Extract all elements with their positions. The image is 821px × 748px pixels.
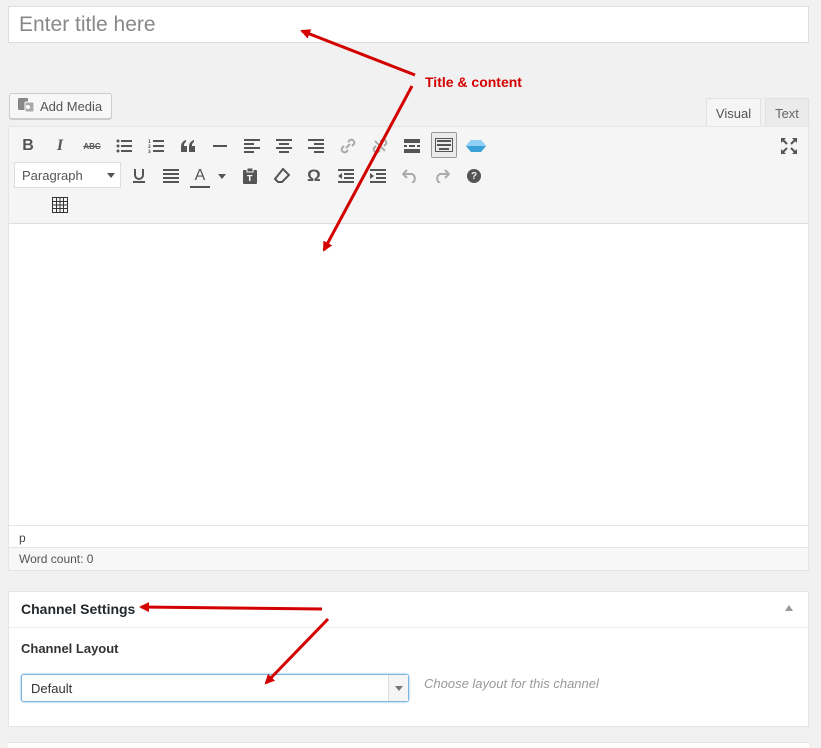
element-path[interactable]: p (9, 525, 808, 547)
format-select[interactable]: Paragraph (14, 162, 121, 188)
add-media-label: Add Media (40, 98, 103, 114)
channel-layout-select[interactable]: Default (21, 674, 409, 702)
remove-link-icon[interactable] (367, 133, 393, 159)
chevron-down-icon (388, 675, 408, 701)
clear-formatting-icon[interactable] (269, 163, 295, 189)
read-more-icon[interactable] (399, 133, 425, 159)
undo-icon[interactable] (397, 163, 423, 189)
chevron-down-icon (107, 173, 115, 178)
channel-settings-title: Channel Settings (21, 601, 136, 617)
channel-layout-hint: Choose layout for this channel (424, 676, 599, 691)
insert-table-icon[interactable] (47, 192, 73, 218)
toolbar-toggle-icon[interactable] (431, 132, 457, 158)
horizontal-rule-icon[interactable] (207, 133, 233, 159)
svg-text:T: T (247, 174, 253, 183)
justify-icon[interactable] (158, 163, 184, 189)
align-center-icon[interactable] (271, 133, 297, 159)
strikethrough-button[interactable]: ABC (79, 133, 105, 159)
align-right-icon[interactable] (303, 133, 329, 159)
post-title-input[interactable]: Enter title here (8, 6, 809, 43)
media-icon (17, 97, 35, 116)
chevron-down-icon (218, 173, 226, 179)
blockquote-icon[interactable] (175, 133, 201, 159)
help-icon[interactable]: ? (461, 163, 487, 189)
underline-icon[interactable] (126, 163, 152, 189)
bold-button[interactable]: B (15, 133, 41, 159)
tab-visual[interactable]: Visual (706, 98, 761, 127)
text-color-icon: A (190, 167, 210, 188)
collapse-arrow-icon[interactable] (785, 605, 793, 611)
fullscreen-icon[interactable] (776, 133, 802, 159)
text-color-letter: A (194, 167, 206, 184)
add-media-button[interactable]: Add Media (9, 93, 112, 119)
word-count: Word count: 0 (9, 547, 808, 570)
numbered-list-icon[interactable]: 123 (143, 133, 169, 159)
tab-text[interactable]: Text (765, 98, 809, 127)
indent-icon[interactable] (365, 163, 391, 189)
outdent-icon[interactable] (333, 163, 359, 189)
redo-icon[interactable] (429, 163, 455, 189)
paste-as-text-icon[interactable]: T (237, 163, 263, 189)
annotation-label: Title & content (425, 74, 522, 90)
svg-text:3: 3 (148, 149, 151, 153)
text-color-button[interactable]: A (190, 163, 230, 189)
bullet-list-icon[interactable] (111, 133, 137, 159)
italic-button[interactable]: I (47, 133, 73, 159)
help-glyph: ? (467, 169, 481, 183)
special-character-button[interactable]: Ω (301, 163, 327, 189)
next-box-edge (8, 742, 809, 748)
insert-link-icon[interactable] (335, 133, 361, 159)
plugin-icon[interactable] (463, 133, 489, 159)
channel-layout-value: Default (31, 681, 73, 696)
format-select-value: Paragraph (22, 168, 83, 183)
channel-layout-label: Channel Layout (21, 641, 119, 656)
align-left-icon[interactable] (239, 133, 265, 159)
